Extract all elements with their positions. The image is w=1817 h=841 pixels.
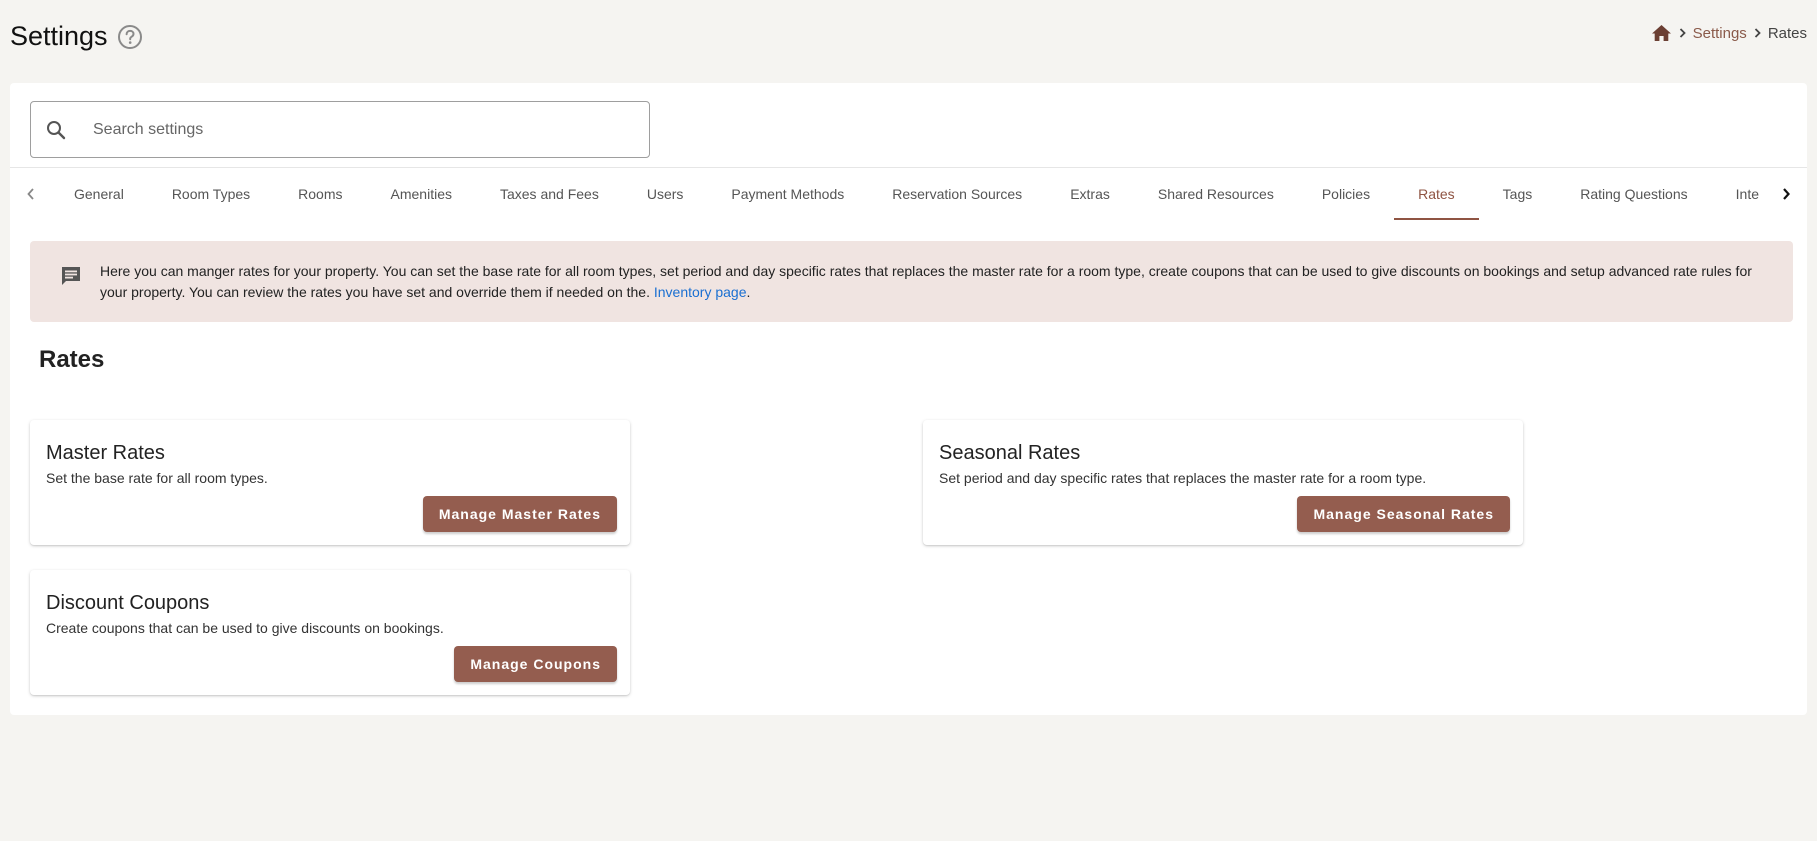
section-title: Rates [39, 346, 105, 373]
tab-label: Users [646, 186, 684, 202]
tab-label: Shared Resources [1157, 186, 1274, 202]
tab-reservation-sources[interactable]: Reservation Sources [868, 168, 1046, 220]
tab-taxes-and-fees[interactable]: Taxes and Fees [476, 168, 623, 220]
tab-label: General [74, 186, 124, 202]
card-title: Master Rates [46, 442, 165, 464]
tab-room-types[interactable]: Room Types [148, 168, 274, 220]
search-icon [45, 119, 67, 141]
tab-amenities[interactable]: Amenities [367, 168, 476, 220]
info-suffix: . [746, 284, 751, 300]
card-title: Seasonal Rates [939, 442, 1081, 464]
tab-extras[interactable]: Extras [1046, 168, 1134, 220]
tab-shared-resources[interactable]: Shared Resources [1134, 168, 1298, 220]
tab-rates[interactable]: Rates [1394, 168, 1479, 220]
tab-rooms[interactable]: Rooms [274, 168, 366, 220]
info-message: Here you can manger rates for your prope… [100, 263, 1752, 300]
master-rates-card: Master Rates Set the base rate for all r… [30, 420, 630, 545]
tab-label: Inte [1735, 186, 1759, 202]
card-title: Discount Coupons [46, 592, 210, 614]
home-icon[interactable] [1651, 24, 1672, 42]
tab-tags[interactable]: Tags [1479, 168, 1557, 220]
message-text-icon [60, 265, 82, 287]
inventory-page-link[interactable]: Inventory page [654, 284, 747, 300]
tabs: General Room Types Rooms Amenities Taxes… [50, 168, 1772, 220]
info-banner: Here you can manger rates for your prope… [30, 241, 1793, 322]
breadcrumb-settings[interactable]: Settings [1693, 25, 1747, 42]
tab-label: Room Types [171, 186, 251, 202]
tab-policies[interactable]: Policies [1298, 168, 1394, 220]
chevron-right-icon[interactable] [1771, 168, 1801, 220]
tab-label: Policies [1321, 186, 1371, 202]
page-title-text: Settings [10, 21, 108, 51]
discount-coupons-card: Discount Coupons Create coupons that can… [30, 570, 630, 695]
chevron-right-icon [1679, 28, 1686, 38]
help-circle-icon[interactable] [117, 24, 143, 50]
tabs-bar: General Room Types Rooms Amenities Taxes… [10, 167, 1807, 220]
tab-label: Rooms [298, 186, 343, 202]
tab-label: Tags [1502, 186, 1533, 202]
tab-label: Rates [1418, 186, 1455, 202]
breadcrumb-current: Rates [1767, 24, 1807, 42]
card-description: Create coupons that can be used to give … [46, 620, 444, 636]
manage-seasonal-rates-button[interactable]: Manage Seasonal Rates [1297, 496, 1510, 532]
chevron-right-icon [1754, 28, 1761, 38]
card-description: Set period and day specific rates that r… [939, 470, 1427, 486]
settings-panel: General Room Types Rooms Amenities Taxes… [10, 83, 1807, 715]
tab-label: Amenities [390, 186, 452, 202]
info-text: Here you can manger rates for your prope… [100, 261, 1763, 303]
tab-label: Extras [1070, 186, 1110, 202]
breadcrumb: Settings Rates [1651, 24, 1807, 42]
tab-rating-questions[interactable]: Rating Questions [1556, 168, 1711, 220]
tab-label: Payment Methods [731, 186, 845, 202]
search-box[interactable] [30, 101, 650, 158]
chevron-left-icon[interactable] [16, 168, 46, 220]
tab-label: Taxes and Fees [499, 186, 599, 202]
tab-label: Rating Questions [1580, 186, 1688, 202]
tab-label: Reservation Sources [892, 186, 1023, 202]
manage-master-rates-button[interactable]: Manage Master Rates [422, 496, 617, 532]
page-title: Settings [10, 21, 143, 52]
tab-payment-methods[interactable]: Payment Methods [707, 168, 868, 220]
manage-coupons-button[interactable]: Manage Coupons [454, 646, 617, 682]
card-description: Set the base rate for all room types. [46, 470, 268, 486]
tab-general[interactable]: General [50, 168, 148, 220]
seasonal-rates-card: Seasonal Rates Set period and day specif… [923, 420, 1523, 545]
page-header: Settings Settings Rates [0, 0, 1817, 76]
tab-users[interactable]: Users [623, 168, 708, 220]
tabs-viewport: General Room Types Rooms Amenities Taxes… [50, 168, 1772, 220]
tab-integrations[interactable]: Inte [1712, 168, 1772, 220]
search-input[interactable] [93, 120, 593, 139]
